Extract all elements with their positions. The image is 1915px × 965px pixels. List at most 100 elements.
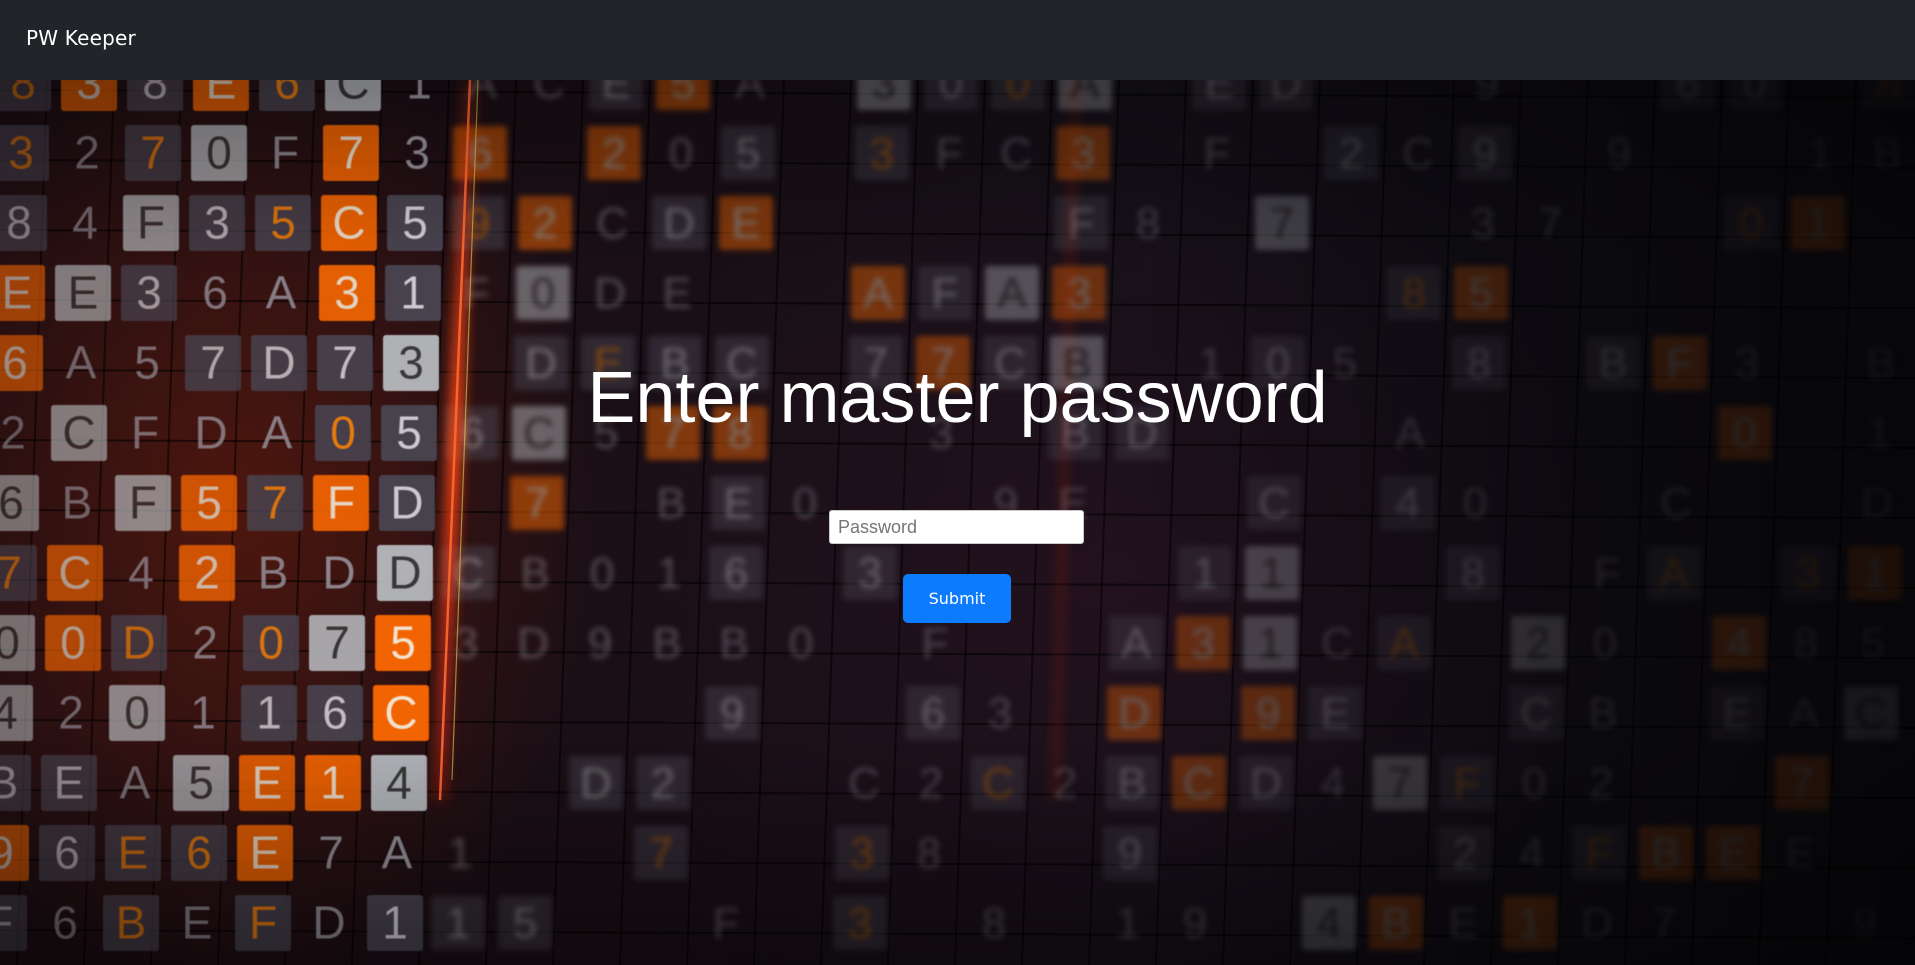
svg-text:E: E (1204, 80, 1233, 108)
svg-text:1: 1 (190, 687, 216, 739)
svg-text:4: 4 (1396, 479, 1420, 528)
svg-text:0: 0 (1463, 479, 1487, 528)
svg-text:0: 0 (1739, 199, 1763, 248)
brand-logo-text[interactable]: PW Keeper (26, 25, 136, 51)
svg-text:D: D (390, 477, 423, 529)
svg-text:8: 8 (982, 899, 1006, 948)
svg-text:A: A (266, 267, 297, 319)
svg-text:8: 8 (6, 197, 32, 249)
svg-text:D: D (1118, 689, 1150, 738)
svg-text:7: 7 (338, 127, 364, 179)
svg-text:0: 0 (124, 687, 150, 739)
svg-text:1: 1 (1518, 899, 1542, 948)
svg-text:3: 3 (850, 829, 874, 878)
svg-text:1: 1 (320, 757, 346, 809)
svg-text:E: E (182, 897, 213, 949)
password-input[interactable] (829, 510, 1084, 544)
svg-text:1: 1 (1193, 549, 1217, 598)
svg-text:5: 5 (513, 899, 537, 948)
svg-text:C: C (336, 80, 369, 109)
svg-text:3: 3 (870, 129, 894, 178)
svg-text:9: 9 (1473, 129, 1497, 178)
svg-text:3: 3 (136, 267, 162, 319)
svg-text:9: 9 (720, 689, 744, 738)
svg-text:F: F (936, 129, 963, 178)
svg-text:9: 9 (1475, 80, 1499, 108)
svg-text:1: 1 (448, 829, 472, 878)
svg-text:E: E (68, 267, 99, 319)
svg-text:F: F (129, 477, 157, 529)
svg-text:3: 3 (404, 127, 430, 179)
svg-text:F: F (1454, 759, 1481, 808)
svg-text:D: D (663, 199, 695, 248)
svg-text:B: B (719, 619, 748, 668)
svg-text:9: 9 (1256, 689, 1280, 738)
svg-text:1: 1 (1260, 549, 1284, 598)
svg-text:9: 9 (1853, 899, 1877, 948)
submit-button[interactable]: Submit (903, 574, 1011, 623)
svg-text:7: 7 (1652, 899, 1676, 948)
svg-text:6: 6 (724, 549, 748, 598)
svg-text:8: 8 (1461, 549, 1485, 598)
svg-text:F: F (271, 127, 299, 179)
svg-text:9: 9 (1118, 829, 1142, 878)
svg-text:B: B (258, 547, 289, 599)
svg-text:C: C (1855, 689, 1887, 738)
svg-text:1: 1 (1116, 899, 1140, 948)
svg-text:2: 2 (194, 547, 220, 599)
svg-text:0: 0 (531, 269, 555, 318)
svg-text:7: 7 (525, 479, 549, 528)
svg-text:7: 7 (649, 829, 673, 878)
svg-text:3: 3 (1471, 199, 1495, 248)
svg-text:1: 1 (406, 80, 432, 109)
svg-text:B: B (1651, 829, 1680, 878)
svg-text:8: 8 (1794, 619, 1818, 668)
svg-text:8: 8 (1136, 199, 1160, 248)
svg-text:1: 1 (256, 687, 282, 739)
svg-text:5: 5 (671, 80, 695, 108)
svg-text:F: F (249, 897, 277, 949)
svg-text:0: 0 (1593, 619, 1617, 668)
svg-text:D: D (517, 619, 549, 668)
svg-text:E: E (731, 199, 760, 248)
svg-text:7: 7 (262, 477, 288, 529)
svg-text:4: 4 (0, 687, 18, 739)
svg-text:3: 3 (76, 80, 102, 109)
svg-text:5: 5 (402, 197, 428, 249)
svg-text:4: 4 (128, 547, 154, 599)
svg-text:5: 5 (1861, 619, 1885, 668)
svg-text:B: B (116, 897, 147, 949)
svg-text:3: 3 (334, 267, 360, 319)
svg-text:5: 5 (196, 477, 222, 529)
svg-text:D: D (1250, 759, 1282, 808)
svg-text:C: C (332, 197, 365, 249)
svg-text:2: 2 (74, 127, 100, 179)
svg-text:9: 9 (588, 619, 612, 668)
svg-text:C: C (596, 199, 628, 248)
svg-text:C: C (533, 80, 565, 108)
svg-text:0: 0 (590, 549, 614, 598)
svg-text:E: E (2, 267, 33, 319)
svg-text:8: 8 (917, 829, 941, 878)
svg-text:4: 4 (1317, 899, 1341, 948)
svg-text:8: 8 (10, 80, 36, 109)
svg-text:9: 9 (1183, 899, 1207, 948)
svg-text:C: C (1000, 129, 1032, 178)
svg-text:0: 0 (258, 617, 284, 669)
svg-text:D: D (388, 547, 421, 599)
svg-text:7: 7 (1538, 199, 1562, 248)
svg-text:6: 6 (322, 687, 348, 739)
svg-text:B: B (656, 479, 685, 528)
svg-text:C: C (58, 547, 91, 599)
svg-text:A: A (382, 827, 413, 879)
svg-text:5: 5 (736, 129, 760, 178)
svg-text:6: 6 (274, 80, 300, 109)
svg-text:F: F (137, 197, 165, 249)
svg-text:3: 3 (1796, 549, 1820, 598)
svg-text:A: A (120, 757, 151, 809)
svg-text:2: 2 (1526, 619, 1550, 668)
svg-text:1: 1 (400, 267, 426, 319)
svg-text:4: 4 (1727, 619, 1751, 668)
svg-text:B: B (62, 477, 93, 529)
svg-text:2: 2 (919, 759, 943, 808)
